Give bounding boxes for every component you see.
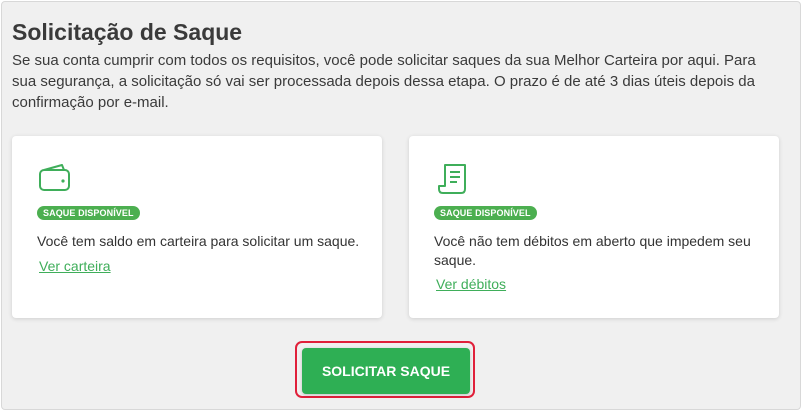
request-withdrawal-button[interactable]: SOLICITAR SAQUE (302, 348, 470, 394)
withdrawal-panel: Solicitação de Saque Se sua conta cumpri… (1, 1, 801, 410)
wallet-icon (39, 164, 70, 191)
status-badge: SAQUE DISPONÍVEL (434, 206, 537, 220)
view-debts-link[interactable]: Ver débitos (436, 276, 506, 292)
debts-status-text: Você não tem débitos em aberto que imped… (434, 233, 751, 268)
button-highlight: SOLICITAR SAQUE (295, 341, 475, 398)
debts-card: SAQUE DISPONÍVEL Você não tem débitos em… (409, 136, 779, 318)
page-title: Solicitação de Saque (12, 19, 243, 45)
page-description: Se sua conta cumprir com todos os requis… (12, 52, 756, 111)
balance-status-text: Você tem saldo em carteira para solicita… (37, 233, 360, 249)
receipt-icon (438, 164, 466, 194)
view-wallet-link[interactable]: Ver carteira (39, 258, 111, 274)
status-badge: SAQUE DISPONÍVEL (37, 206, 140, 220)
balance-card: SAQUE DISPONÍVEL Você tem saldo em carte… (12, 136, 382, 318)
